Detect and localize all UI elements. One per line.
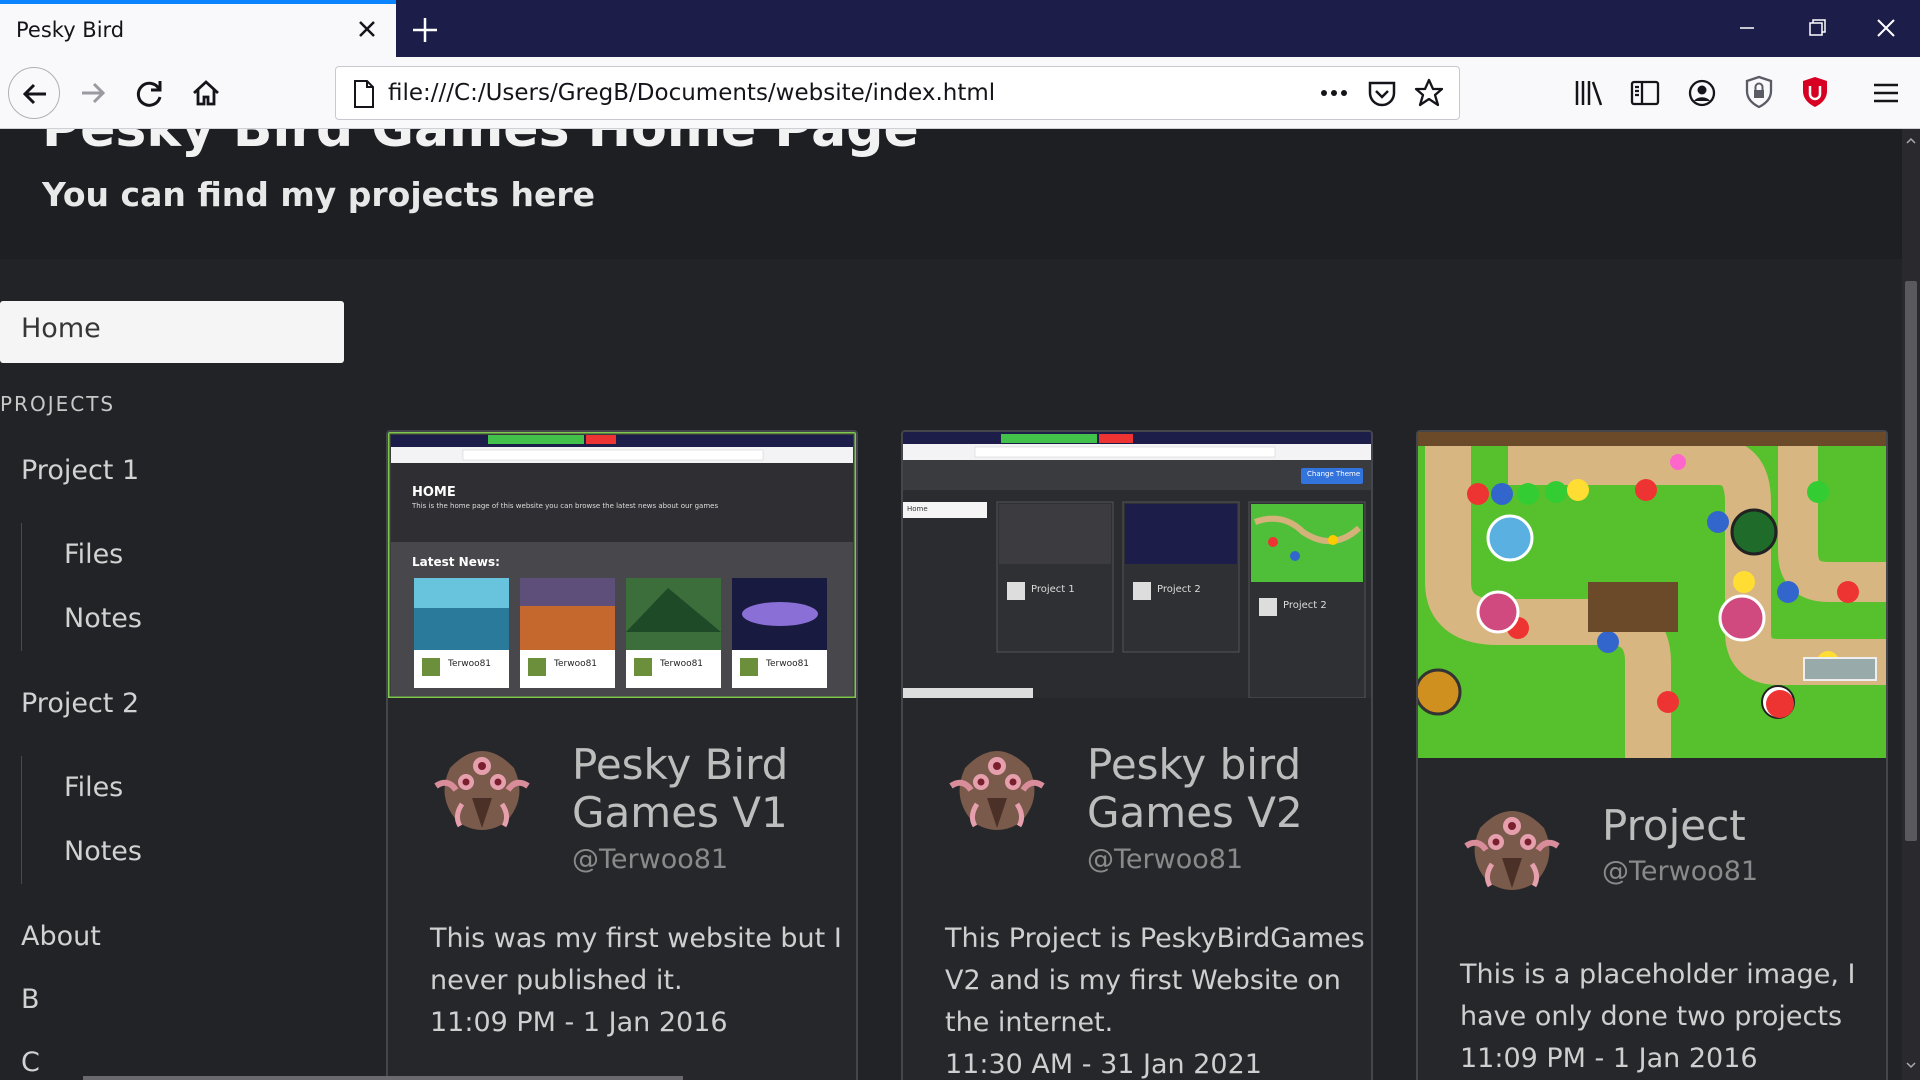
card-text: This Project is PeskyBirdGames V2 and is… [945, 918, 1365, 1080]
thumb-author: Terwoo81 [660, 659, 704, 669]
card-title: Pesky bird Games V2 [1087, 741, 1303, 837]
menu-item-project-1-notes[interactable]: Notes [64, 603, 142, 634]
thumb-author: Terwoo81 [448, 659, 492, 669]
address-bar[interactable]: file:///C:/Users/GregB/Documents/website… [335, 66, 1460, 120]
thumb-home: Home [907, 505, 928, 513]
card-title: Pesky Bird Games V1 [572, 741, 788, 837]
thumb-news-heading: Latest News: [412, 555, 500, 569]
menu-item-home-label: Home [21, 313, 101, 344]
card-image: HOME This is the home page of this websi… [388, 432, 856, 698]
tab-title: Pesky Bird [16, 18, 125, 42]
card-date: 11:09 PM - 1 Jan 2016 [1460, 1043, 1758, 1074]
project-card[interactable]: Change Theme Home Project 1 Project 2 Pr… [901, 430, 1373, 1080]
menu-item-b[interactable]: B [21, 984, 40, 1015]
hero-section: Pesky Bird Games Home Page You can find … [0, 129, 1902, 259]
card-text-line: This was my first website but I [430, 923, 842, 954]
page-subtitle: You can find my projects here [42, 175, 596, 214]
reload-icon[interactable] [124, 67, 176, 119]
submenu-divider [21, 523, 22, 651]
forward-icon[interactable] [67, 67, 119, 119]
tab-close-icon[interactable] [350, 12, 384, 46]
tab-bar: Pesky Bird [0, 0, 1920, 57]
card-text-line: never published it. [430, 965, 683, 996]
card-text-line: This Project is PeskyBirdGames [945, 923, 1365, 954]
vertical-scrollbar[interactable] [1902, 129, 1920, 1080]
menu-item-project-2-files[interactable]: Files [64, 772, 123, 803]
shield-lock-icon[interactable] [1743, 75, 1775, 109]
avatar [432, 738, 532, 838]
card-text-line: V2 and is my first Website on [945, 965, 1341, 996]
menu-item-home[interactable]: Home [0, 301, 344, 363]
thumb-author: Terwoo81 [554, 659, 598, 669]
card-date: 11:09 PM - 1 Jan 2016 [430, 1007, 728, 1038]
minimize-icon[interactable] [1727, 10, 1767, 46]
menu-item-project-2[interactable]: Project 2 [21, 688, 139, 719]
thumb-description: This is the home page of this website yo… [412, 502, 719, 510]
card-handle: @Terwoo81 [1087, 844, 1244, 875]
menu-label-projects: PROJECTS [0, 392, 116, 416]
new-tab-icon[interactable] [405, 10, 445, 50]
page-actions-icon[interactable] [1318, 81, 1352, 105]
page-icon [352, 79, 376, 109]
card-image: Change Theme Home Project 1 Project 2 Pr… [903, 432, 1371, 698]
thumb-project-2: Project 2 [1283, 600, 1327, 611]
horizontal-scrollbar[interactable] [83, 1076, 683, 1080]
navigation-toolbar: file:///C:/Users/GregB/Documents/website… [0, 57, 1920, 129]
account-icon[interactable] [1686, 77, 1718, 109]
card-text: This is a placeholder image, I have only… [1460, 954, 1855, 1080]
library-icon[interactable] [1573, 77, 1605, 109]
card-title: Project [1602, 801, 1746, 850]
card-handle: @Terwoo81 [572, 844, 729, 875]
avatar [947, 738, 1047, 838]
menu-item-c[interactable]: C [21, 1047, 40, 1078]
menu-item-about[interactable]: About [21, 921, 101, 952]
card-title-line: Pesky Bird [572, 740, 789, 789]
back-icon[interactable] [8, 67, 60, 119]
web-page: Pesky Bird Games Home Page You can find … [0, 129, 1902, 1080]
card-handle: @Terwoo81 [1602, 856, 1759, 887]
ublock-shield-icon[interactable] [1799, 75, 1831, 109]
menu-item-project-1[interactable]: Project 1 [21, 455, 139, 486]
menu-hamburger-icon[interactable] [1870, 77, 1902, 109]
project-card[interactable]: HOME This is the home page of this websi… [386, 430, 858, 1080]
thumb-author: Terwoo81 [766, 659, 810, 669]
sidebar-icon[interactable] [1629, 77, 1661, 109]
scroll-down-icon[interactable] [1905, 1059, 1917, 1071]
menu-item-project-2-notes[interactable]: Notes [64, 836, 142, 867]
thumb-theme-button: Change Theme [1307, 470, 1361, 478]
active-tab[interactable]: Pesky Bird [0, 0, 396, 57]
card-title-line: Games V1 [572, 788, 788, 837]
submenu-divider [21, 756, 22, 884]
url-text: file:///C:/Users/GregB/Documents/website… [388, 80, 996, 106]
card-date: 11:30 AM - 31 Jan 2021 [945, 1049, 1262, 1080]
card-text-line: have only done two projects [1460, 1001, 1843, 1032]
page-title: Pesky Bird Games Home Page [42, 129, 919, 159]
card-text: This was my first website but I never pu… [430, 918, 842, 1044]
restore-icon[interactable] [1797, 10, 1837, 46]
scroll-up-icon[interactable] [1905, 135, 1917, 147]
card-image [1418, 432, 1886, 758]
bookmark-star-icon[interactable] [1413, 77, 1445, 109]
thumb-project-1: Project 1 [1031, 584, 1075, 595]
card-text-line: the internet. [945, 1007, 1114, 1038]
project-card[interactable]: Project @Terwoo81 This is a placeholder … [1416, 430, 1888, 1080]
home-icon[interactable] [180, 67, 232, 119]
thumb-heading: HOME [412, 485, 456, 500]
pocket-icon[interactable] [1366, 79, 1398, 109]
thumb-project-2: Project 2 [1157, 584, 1201, 595]
card-title-line: Pesky bird [1087, 740, 1302, 789]
card-title-line: Games V2 [1087, 788, 1303, 837]
card-text-line: This is a placeholder image, I [1460, 959, 1856, 990]
menu-item-project-1-files[interactable]: Files [64, 539, 123, 570]
close-window-icon[interactable] [1866, 10, 1906, 46]
scrollbar-thumb[interactable] [1905, 281, 1917, 841]
avatar [1462, 798, 1562, 898]
